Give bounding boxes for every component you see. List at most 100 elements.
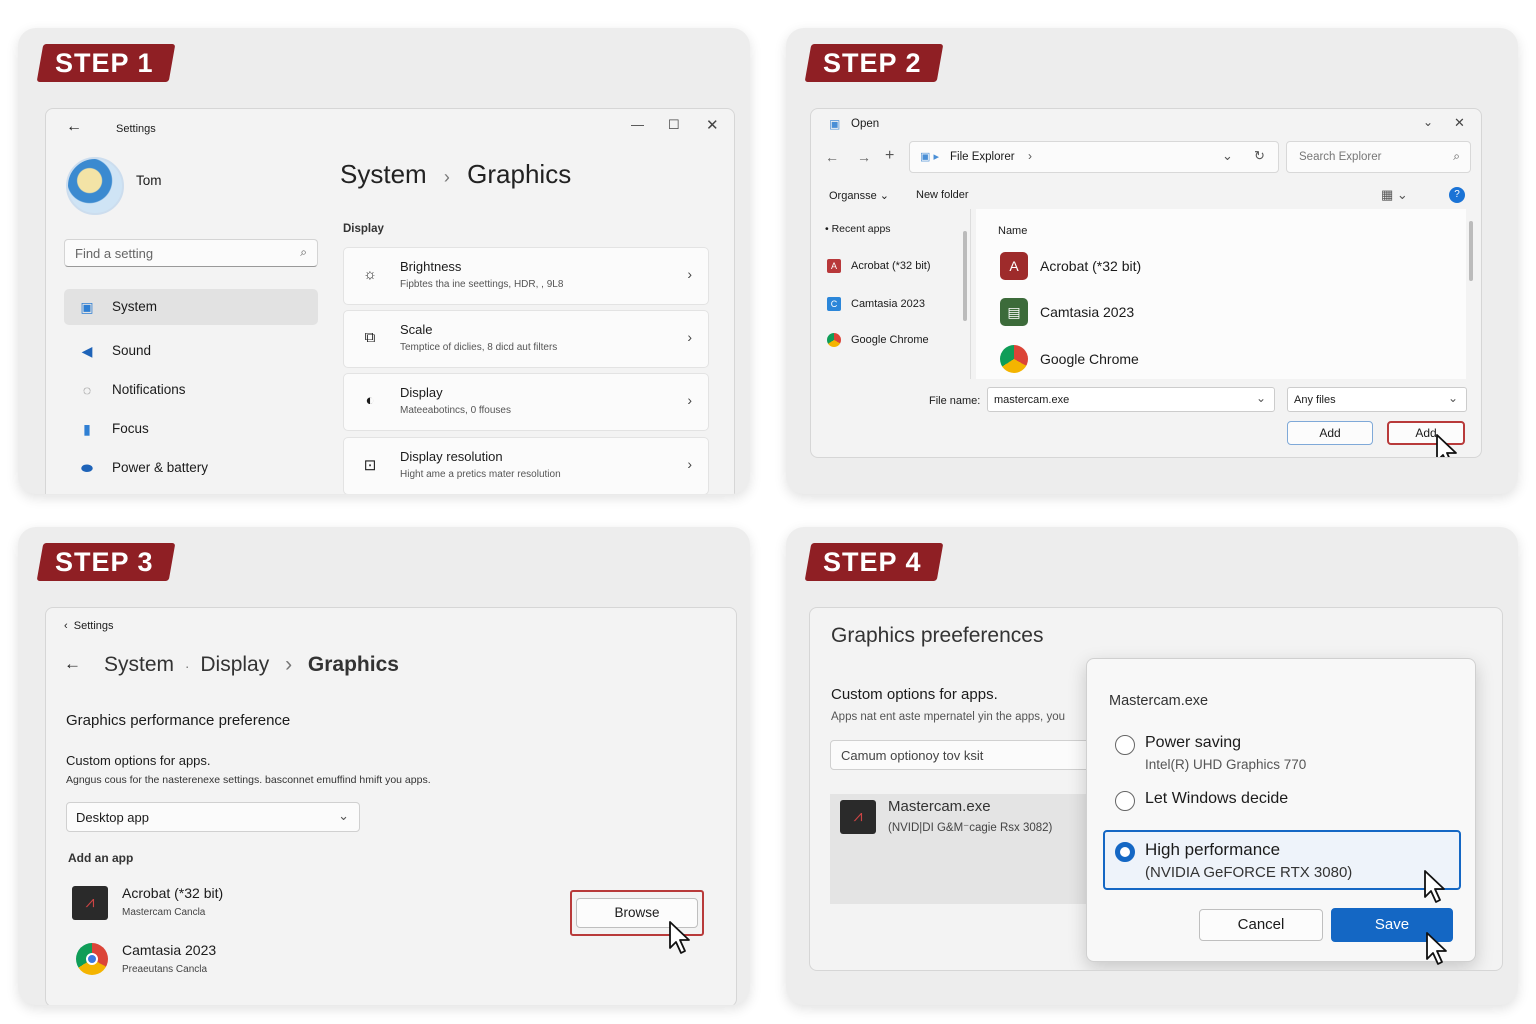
file-item-acrobat[interactable]: A Acrobat (*32 bit) [1000,251,1141,281]
chevron-down-icon: ⌄ [338,808,349,823]
file-name-label: File name: [929,395,981,407]
mouse-cursor-icon [669,921,690,954]
mouse-cursor-icon [1426,932,1447,965]
back-arrow-icon[interactable]: ← [64,654,81,674]
search-icon: ⌕ [300,245,307,259]
chevron-right-icon: › [687,329,692,345]
refresh-icon[interactable]: ↻ [1254,148,1265,164]
back-link[interactable]: ‹ Settings [64,620,114,632]
card-brightness[interactable]: ☼ Brightness Fipbtes tha ine seettings, HD… [343,247,709,305]
options-input[interactable]: Camum optionoy tov ksit [830,740,1090,770]
scrollbar[interactable] [1469,221,1473,281]
forward-icon[interactable]: → [857,149,871,165]
option-high-performance[interactable]: High performance (NVIDIA GeFORCE RTX 308… [1103,830,1461,890]
add-secondary-button[interactable]: Add [1287,421,1373,445]
add-app-label: Add an app [68,851,134,865]
breadcrumb: System · Display › Graphics [104,653,399,676]
step-badge: STEP 4 [804,543,944,581]
chevron-down-icon: ⌄ [1447,391,1458,405]
column-name[interactable]: Name [998,225,1027,237]
back-arrow-icon[interactable]: ← [66,118,82,136]
step-badge: STEP 2 [804,44,944,82]
bell-icon: ◌ [82,382,92,398]
nav-item-power[interactable]: ⬬ Power & battery [64,450,318,486]
graphics-settings-window: ‹ Settings ← System · Display › Graphics… [45,607,737,1005]
radio-let-windows-decide[interactable] [1115,791,1135,811]
sidebar-item-chrome[interactable]: Google Chrome [827,329,929,351]
add-icon[interactable]: + [885,147,894,165]
search-input[interactable]: Find a setting ⌕ [64,239,318,267]
sidebar-header: • Recent apps [825,223,891,235]
file-name-input[interactable]: mastercam.exe ⌄ [987,387,1275,412]
chevron-right-icon: › [687,456,692,472]
custom-options-desc: Apps nat ent aste mpernatel yin the apps… [831,711,1065,723]
file-type-select[interactable]: Any files ⌄ [1287,387,1467,412]
cancel-button[interactable]: Cancel [1199,909,1323,941]
step-badge: STEP 3 [36,543,176,581]
radio-power-saving[interactable] [1115,735,1135,755]
card-display[interactable]: ◐ Display Mateeabotincs, 0 ffouses › [343,373,709,431]
folder-icon: ▣ ▸ [920,151,939,163]
nav-item-sound[interactable]: ◀ Sound [64,333,318,369]
chrome-icon [76,943,108,975]
nav-item-notifications[interactable]: ◌ Notifications [64,372,318,408]
gpu-preference-popup: Mastercam.exe Power saving Intel(R) UHD … [1086,658,1476,965]
view-icon[interactable]: ▦ ⌄ [1381,187,1408,203]
sidebar-item-camtasia[interactable]: C Camtasia 2023 [827,293,925,315]
chevron-down-icon[interactable]: ⌄ [1222,148,1233,164]
resolution-icon: ⊡ [363,457,377,474]
chevron-right-icon: › [1028,149,1032,163]
battery-icon: ⬬ [81,460,93,476]
sidebar: • Recent apps A Acrobat (*32 bit) C Camtas… [811,209,971,379]
scale-icon: ⧉ [364,329,376,346]
camtasia-icon: C [827,297,841,311]
dialog-title: Open [851,118,880,130]
option-label: Power saving [1145,734,1242,751]
option-sub: Intel(R) UHD Graphics 770 [1145,757,1307,772]
nav-item-focus[interactable]: ▮ Focus [64,411,318,447]
help-icon[interactable]: ? [1449,187,1465,203]
app-subtitle: Preaeutans Cancla [122,964,208,975]
close-icon[interactable]: ✕ [706,116,719,134]
step2-panel: STEP 2 ▣ Open ⌄ ✕ ← → + ▣ ▸ File Explore… [786,28,1518,494]
sidebar-item-acrobat[interactable]: A Acrobat (*32 bit) [827,255,930,277]
chevron-right-icon: › [687,266,692,282]
chevron-right-icon: › [687,392,692,408]
card-scale[interactable]: ⧉ Scale Temptice of diclies, 8 dicd aut fi… [343,310,709,368]
new-folder-button[interactable]: New folder [916,189,969,201]
page-title: System › Graphics [340,159,572,189]
acrobat-icon: A [1000,252,1028,280]
card-display-resolution[interactable]: ⊡ Display resolution Hight ame a pretics m… [343,437,709,494]
maximize-icon[interactable]: ☐ [668,117,680,133]
radio-high-performance[interactable] [1115,842,1135,862]
file-item-camtasia[interactable]: ▤ Camtasia 2023 [1000,297,1134,327]
chrome-icon [1000,345,1028,373]
step4-panel: STEP 4 Graphics preeferences Custom opti… [786,527,1518,1005]
section-heading: Graphics performance preference [66,712,291,729]
chevron-down-icon[interactable]: ⌄ [1423,115,1433,129]
popup-title: Mastercam.exe [1109,693,1209,709]
settings-window: ← Settings — ☐ ✕ Tom Find a setting ⌕ ▣ S… [45,108,735,494]
search-input[interactable]: Search Explorer ⌕ [1286,141,1471,173]
open-dialog: ▣ Open ⌄ ✕ ← → + ▣ ▸ File Explorer › ⌄ ↻… [810,108,1482,458]
app-type-dropdown[interactable]: Desktop app ⌄ [66,802,360,832]
nav-item-system[interactable]: ▣ System [64,289,318,325]
file-item-chrome[interactable]: Google Chrome [1000,344,1139,374]
avatar [66,157,124,215]
mouse-cursor-icon [1424,870,1445,903]
focus-icon: ▮ [83,421,91,437]
acrobat-icon: ⩘ [72,886,108,920]
app-name: Acrobat (*32 bit) [122,885,224,901]
app-entry[interactable]: ⩘ Mastercam.exe (NVID|DI G&M⁻cagie Rsx 3… [830,794,1090,904]
custom-options-title: Custom options for apps. [831,686,998,703]
user-name: Tom [136,173,162,188]
address-bar[interactable]: ▣ ▸ File Explorer › ⌄ ↻ [909,141,1279,173]
scrollbar[interactable] [963,231,967,321]
chevron-down-icon: ⌄ [1255,391,1266,405]
close-icon[interactable]: ✕ [1454,115,1465,131]
file-list: Name A Acrobat (*32 bit) ▤ Camtasia 2023 G… [976,209,1466,379]
page-title: Graphics preeferences [831,624,1044,647]
back-icon[interactable]: ← [825,149,839,165]
minimize-icon[interactable]: — [631,117,644,132]
organise-menu[interactable]: Organsse ⌄ [829,189,889,202]
